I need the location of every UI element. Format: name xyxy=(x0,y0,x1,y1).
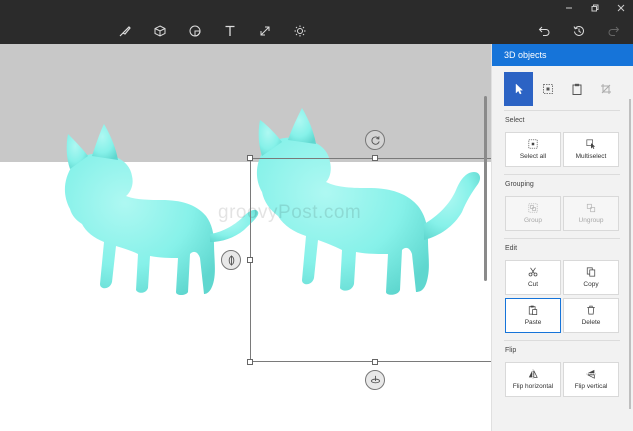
canvas-icon[interactable] xyxy=(254,22,276,40)
section-grouping-label: Grouping xyxy=(505,181,534,188)
select-all-icon xyxy=(528,139,538,149)
redo-icon[interactable] xyxy=(603,22,625,40)
section-select-label: Select xyxy=(505,117,525,124)
history-icon[interactable] xyxy=(568,22,590,40)
multiselect-label: Multiselect xyxy=(575,153,607,160)
paste-icon xyxy=(528,305,538,315)
undo-icon[interactable] xyxy=(533,22,555,40)
selection-handle[interactable] xyxy=(372,155,378,161)
trash-icon xyxy=(587,305,595,315)
rotate-icon xyxy=(370,135,380,145)
delete-label: Delete xyxy=(581,319,601,326)
selection-handle[interactable] xyxy=(247,257,253,263)
multiselect-icon xyxy=(586,139,596,149)
ungroup-button[interactable]: Ungroup xyxy=(563,196,619,231)
selection-box[interactable] xyxy=(250,158,491,362)
section-flip-label: Flip xyxy=(505,347,517,354)
panel-scrollbar[interactable] xyxy=(629,99,631,409)
flip-horizontal-button[interactable]: Flip horizontal xyxy=(505,362,561,397)
ungroup-icon xyxy=(586,203,596,213)
flip-vertical-icon xyxy=(586,369,596,379)
close-button[interactable] xyxy=(609,0,633,16)
effects-icon[interactable] xyxy=(289,22,311,40)
panel-title: 3D objects xyxy=(492,44,633,66)
paste-button[interactable]: Paste xyxy=(505,298,561,333)
stickers-icon[interactable] xyxy=(184,22,206,40)
cut-label: Cut xyxy=(527,281,539,288)
3d-objects-panel: 3D objects Select Select all Multiselect… xyxy=(491,44,633,431)
selection-handle[interactable] xyxy=(247,359,253,365)
paste-label: Paste xyxy=(524,319,542,326)
canvas-scrollbar[interactable] xyxy=(484,96,487,281)
divider xyxy=(504,238,620,239)
title-bar xyxy=(0,0,633,44)
text-icon[interactable] xyxy=(219,22,241,40)
rotate-vertical-icon xyxy=(228,254,234,266)
crop-icon xyxy=(600,84,611,94)
tab-clipboard[interactable] xyxy=(562,72,591,106)
tab-crop[interactable] xyxy=(591,72,620,106)
divider xyxy=(504,174,620,175)
scissors-icon xyxy=(528,267,538,277)
select-all-button[interactable]: Select all xyxy=(505,132,561,167)
multiselect-button[interactable]: Multiselect xyxy=(563,132,619,167)
rotate-z-handle[interactable] xyxy=(365,130,385,150)
flip-vertical-button[interactable]: Flip vertical xyxy=(563,362,619,397)
group-label: Group xyxy=(523,217,543,224)
cut-button[interactable]: Cut xyxy=(505,260,561,295)
canvas-area[interactable]: groovyPost.com xyxy=(0,44,491,431)
minimize-button[interactable] xyxy=(557,0,581,16)
copy-button[interactable]: Copy xyxy=(563,260,619,295)
ungroup-label: Ungroup xyxy=(578,217,604,224)
flip-vertical-label: Flip vertical xyxy=(574,383,608,390)
rotate-horizontal-icon xyxy=(370,375,380,383)
3d-shapes-icon[interactable] xyxy=(149,22,171,40)
divider xyxy=(504,110,620,111)
group-button[interactable]: Group xyxy=(505,196,561,231)
selection-handle[interactable] xyxy=(372,359,378,365)
rotate-y-handle[interactable] xyxy=(221,250,241,270)
delete-button[interactable]: Delete xyxy=(563,298,619,333)
rotate-x-handle[interactable] xyxy=(365,370,385,390)
divider xyxy=(504,340,620,341)
tab-select[interactable] xyxy=(504,72,533,106)
flip-horizontal-label: Flip horizontal xyxy=(512,383,554,390)
group-icon xyxy=(528,203,538,213)
tab-selection-mode[interactable] xyxy=(533,72,562,106)
select-region-icon xyxy=(542,84,553,94)
flip-horizontal-icon xyxy=(528,369,538,379)
selection-handle[interactable] xyxy=(247,155,253,161)
select-all-label: Select all xyxy=(519,153,547,160)
copy-icon xyxy=(586,267,596,277)
clipboard-icon xyxy=(572,83,581,95)
restore-button[interactable] xyxy=(583,0,607,16)
section-edit-label: Edit xyxy=(505,245,518,252)
copy-label: Copy xyxy=(583,281,599,288)
brushes-icon[interactable] xyxy=(114,22,136,40)
panel-tabs xyxy=(504,72,620,106)
cursor-icon xyxy=(515,83,523,95)
